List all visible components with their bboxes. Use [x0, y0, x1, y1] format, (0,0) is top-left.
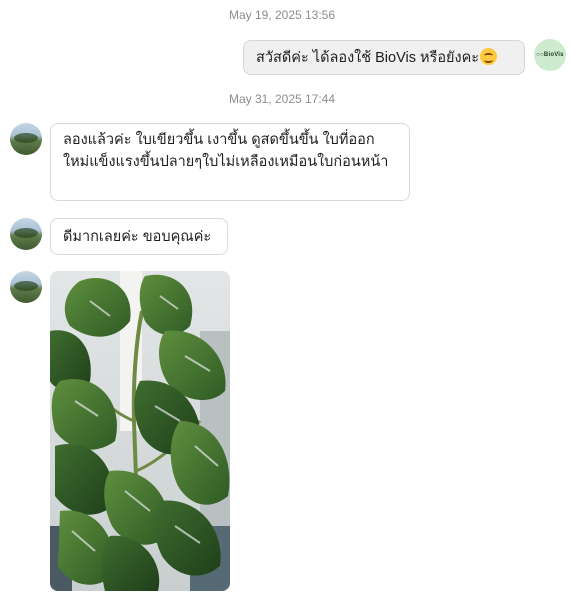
brand-logo-text: ○○BioVis: [536, 52, 564, 58]
outgoing-message-bubble[interactable]: สวัสดีค่ะ ได้ลองใช้ BioVis หรือยังคะ: [243, 40, 525, 75]
smiling-face-icon: [480, 48, 498, 65]
contact-avatar[interactable]: [10, 218, 42, 250]
outgoing-message-text: สวัสดีค่ะ ได้ลองใช้ BioVis หรือยังคะ: [256, 50, 480, 66]
brand-avatar[interactable]: ○○BioVis: [534, 39, 566, 71]
incoming-photo-message[interactable]: [50, 271, 230, 591]
timestamp: May 19, 2025 13:56: [228, 8, 336, 22]
incoming-message-bubble[interactable]: ดีมากเลยค่ะ ขอบคุณค่ะ: [50, 218, 228, 255]
contact-avatar[interactable]: [10, 271, 42, 303]
monstera-plant-image: [50, 271, 230, 591]
timestamp: May 31, 2025 17:44: [228, 92, 336, 106]
incoming-message-bubble[interactable]: ลองแล้วค่ะ ใบเขียวขึ้น เงาขึ้น ดูสดขึ้นข…: [50, 123, 410, 201]
contact-avatar[interactable]: [10, 123, 42, 155]
incoming-message-text: ดีมากเลยค่ะ ขอบคุณค่ะ: [63, 229, 212, 245]
incoming-message-text: ลองแล้วค่ะ ใบเขียวขึ้น เงาขึ้น ดูสดขึ้นข…: [63, 132, 389, 170]
